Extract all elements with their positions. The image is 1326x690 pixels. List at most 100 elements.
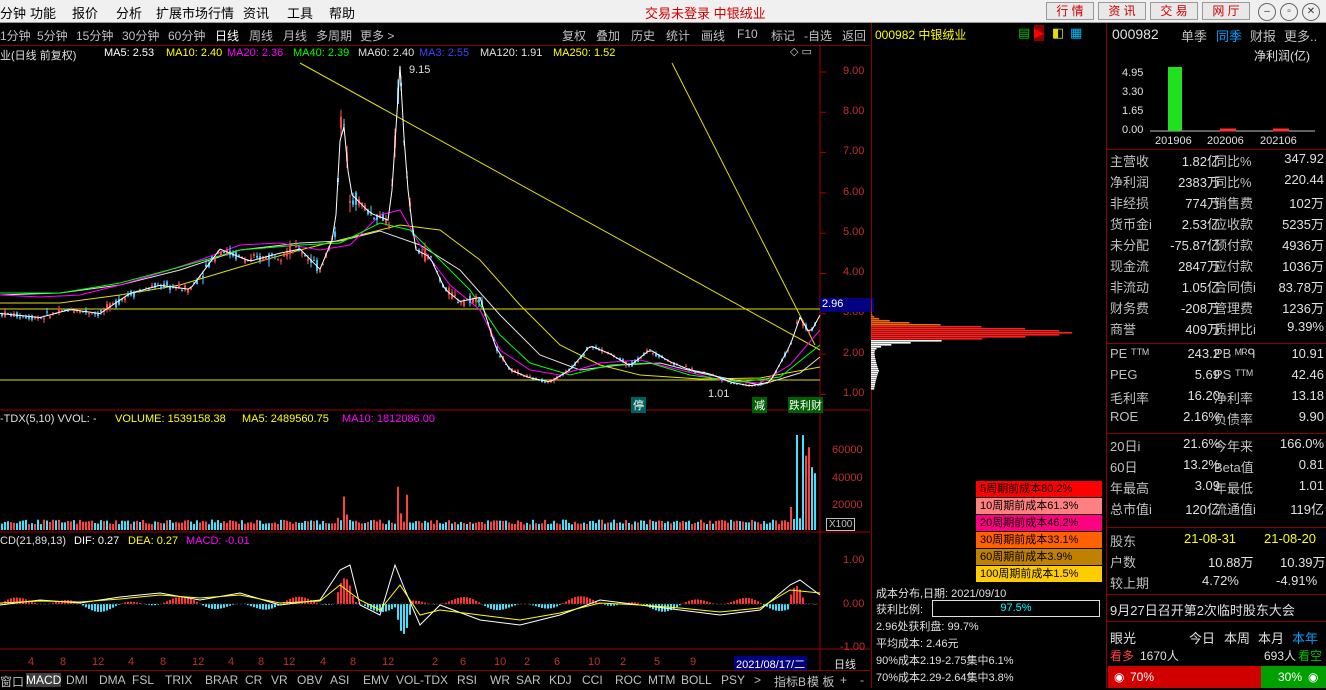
sentiment-tab-week[interactable]: 本周 <box>1224 628 1250 647</box>
indicator-tab[interactable]: ASI <box>330 673 349 687</box>
period-15min[interactable]: 15分钟 <box>76 27 113 44</box>
adjust-button[interactable]: 复权 <box>562 27 586 44</box>
candle-body <box>649 349 651 350</box>
period-multi[interactable]: 多周期 <box>316 27 352 44</box>
indicator-tab[interactable]: > <box>754 673 761 687</box>
indicator-tab[interactable]: VOL-TDX <box>396 673 448 687</box>
overlay-button[interactable]: 叠加 <box>596 27 620 44</box>
indicator-tab[interactable]: WR <box>490 673 510 687</box>
trade-button[interactable]: 交 易 <box>1150 2 1198 20</box>
menu-news[interactable]: 资讯 <box>243 3 269 22</box>
chart-expand-icon[interactable]: ◇ ▭ <box>790 45 812 58</box>
indicator-tab[interactable]: OBV <box>297 673 322 687</box>
macd-bar <box>790 595 792 604</box>
minimize-icon[interactable]: – <box>1258 3 1276 21</box>
menu-minute[interactable]: 分钟 <box>0 3 26 22</box>
period-60min[interactable]: 60分钟 <box>168 27 205 44</box>
menu-quote[interactable]: 报价 <box>72 3 98 22</box>
volume-y-tick: 60000 <box>832 444 863 456</box>
indicator-tab[interactable]: - <box>860 673 864 687</box>
menu-analysis[interactable]: 分析 <box>116 3 142 22</box>
chip-icon-1[interactable]: ▤ <box>1018 25 1030 41</box>
sentiment-tab-year[interactable]: 本年 <box>1292 628 1318 647</box>
back-button[interactable]: 返回 <box>842 27 866 44</box>
tab-quarter[interactable]: 单季 <box>1181 26 1207 45</box>
remove-watchlist-button[interactable]: -自选 <box>804 27 832 44</box>
tab-same-quarter[interactable]: 同季 <box>1216 26 1242 45</box>
indicator-tab[interactable]: BRAR <box>205 673 238 687</box>
chip-icon-4[interactable]: ▦ <box>1070 25 1082 41</box>
info-button[interactable]: 资 讯 <box>1098 2 1146 20</box>
close-icon[interactable]: ✕ <box>1302 3 1320 21</box>
indicator-tab[interactable]: EMV <box>363 673 389 687</box>
macd-y-tick: 0.00 <box>843 598 864 610</box>
indicator-tab[interactable]: 模 板 <box>807 673 834 690</box>
macd-bar <box>778 604 780 611</box>
period-weekly[interactable]: 周线 <box>249 27 273 44</box>
cost-distribution-bar <box>871 362 876 364</box>
indicator-tab[interactable]: 窗口 <box>0 673 24 690</box>
x-tick: 12 <box>192 656 204 668</box>
indicator-tab[interactable]: RSI <box>457 673 477 687</box>
indicator-tab[interactable]: SAR <box>516 673 541 687</box>
candle-body <box>151 285 153 286</box>
draw-button[interactable]: 画线 <box>701 27 725 44</box>
macd-bar <box>496 604 498 610</box>
indicator-tab[interactable]: KDJ <box>549 673 572 687</box>
indicator-tab[interactable]: ROC <box>615 673 642 687</box>
candle-body <box>319 270 321 272</box>
chip-icon-3[interactable]: ◧ <box>1052 25 1064 41</box>
volume-bar <box>19 521 21 530</box>
tab-report[interactable]: 财报 <box>1250 26 1276 45</box>
volume-y-tick: 40000 <box>832 472 863 484</box>
history-button[interactable]: 历史 <box>631 27 655 44</box>
period-more[interactable]: 更多 > <box>360 27 394 44</box>
mark-button[interactable]: 标记 <box>771 27 795 44</box>
macd-bar <box>181 596 183 604</box>
market-button[interactable]: 行 情 <box>1046 2 1094 20</box>
macd-bar <box>256 604 258 608</box>
f10-button[interactable]: F10 <box>737 27 758 41</box>
suspend-marker[interactable]: 停 <box>631 397 646 413</box>
period-1min[interactable]: 1分钟 <box>0 27 31 44</box>
indicator-tab[interactable]: MTM <box>648 673 675 687</box>
reduce-marker[interactable]: 减 <box>752 397 767 413</box>
candle-body <box>679 367 681 368</box>
restore-icon[interactable]: ▫ <box>1280 3 1298 21</box>
menu-help[interactable]: 帮助 <box>329 3 355 22</box>
tab-more[interactable]: 更多.. <box>1284 26 1317 45</box>
indicator-tab[interactable]: BOLL <box>681 673 712 687</box>
indicator-tab[interactable]: FSL <box>132 673 154 687</box>
cost-legend-item: 20周期前成本46.2% <box>976 515 1102 531</box>
menu-tools[interactable]: 工具 <box>287 3 313 22</box>
finance-row: ROE2.16%负债率9.90 <box>1110 409 1324 430</box>
volume-bar <box>709 521 711 530</box>
period-30min[interactable]: 30分钟 <box>122 27 159 44</box>
news-headline[interactable]: 9月27日召开第2次临时股东大会 <box>1110 600 1295 619</box>
indicator-tab[interactable]: VR <box>271 673 288 687</box>
indicator-tab[interactable]: DMI <box>66 673 88 687</box>
sentiment-tab-today[interactable]: 今日 <box>1189 628 1215 647</box>
menu-function[interactable]: 功能 <box>30 3 56 22</box>
indicator-tab[interactable]: TRIX <box>165 673 192 687</box>
volume-bar <box>106 521 108 530</box>
sentiment-tab-month[interactable]: 本月 <box>1258 628 1284 647</box>
menu-extended-market[interactable]: 扩展市场行情 <box>156 3 234 22</box>
indicator-tab[interactable]: MACD <box>26 673 61 687</box>
period-5min[interactable]: 5分钟 <box>37 27 68 44</box>
indicator-tab[interactable]: DMA <box>99 673 126 687</box>
volume-bar <box>7 521 9 530</box>
indicator-tab[interactable]: PSY <box>721 673 745 687</box>
volume-bar <box>616 523 618 530</box>
period-daily[interactable]: 日线 <box>215 27 239 44</box>
finance-marker[interactable]: 财 <box>810 397 823 413</box>
indicator-tab[interactable]: 指标B <box>774 673 806 690</box>
stats-button[interactable]: 统计 <box>666 27 690 44</box>
period-monthly[interactable]: 月线 <box>283 27 307 44</box>
web-hall-button[interactable]: 网 厅 <box>1202 2 1250 20</box>
indicator-tab[interactable]: + <box>840 673 847 687</box>
kline-chart-area[interactable] <box>0 45 870 670</box>
chip-icon-2[interactable]: ▶ <box>1034 25 1044 41</box>
indicator-tab[interactable]: CCI <box>582 673 603 687</box>
indicator-tab[interactable]: CR <box>245 673 262 687</box>
